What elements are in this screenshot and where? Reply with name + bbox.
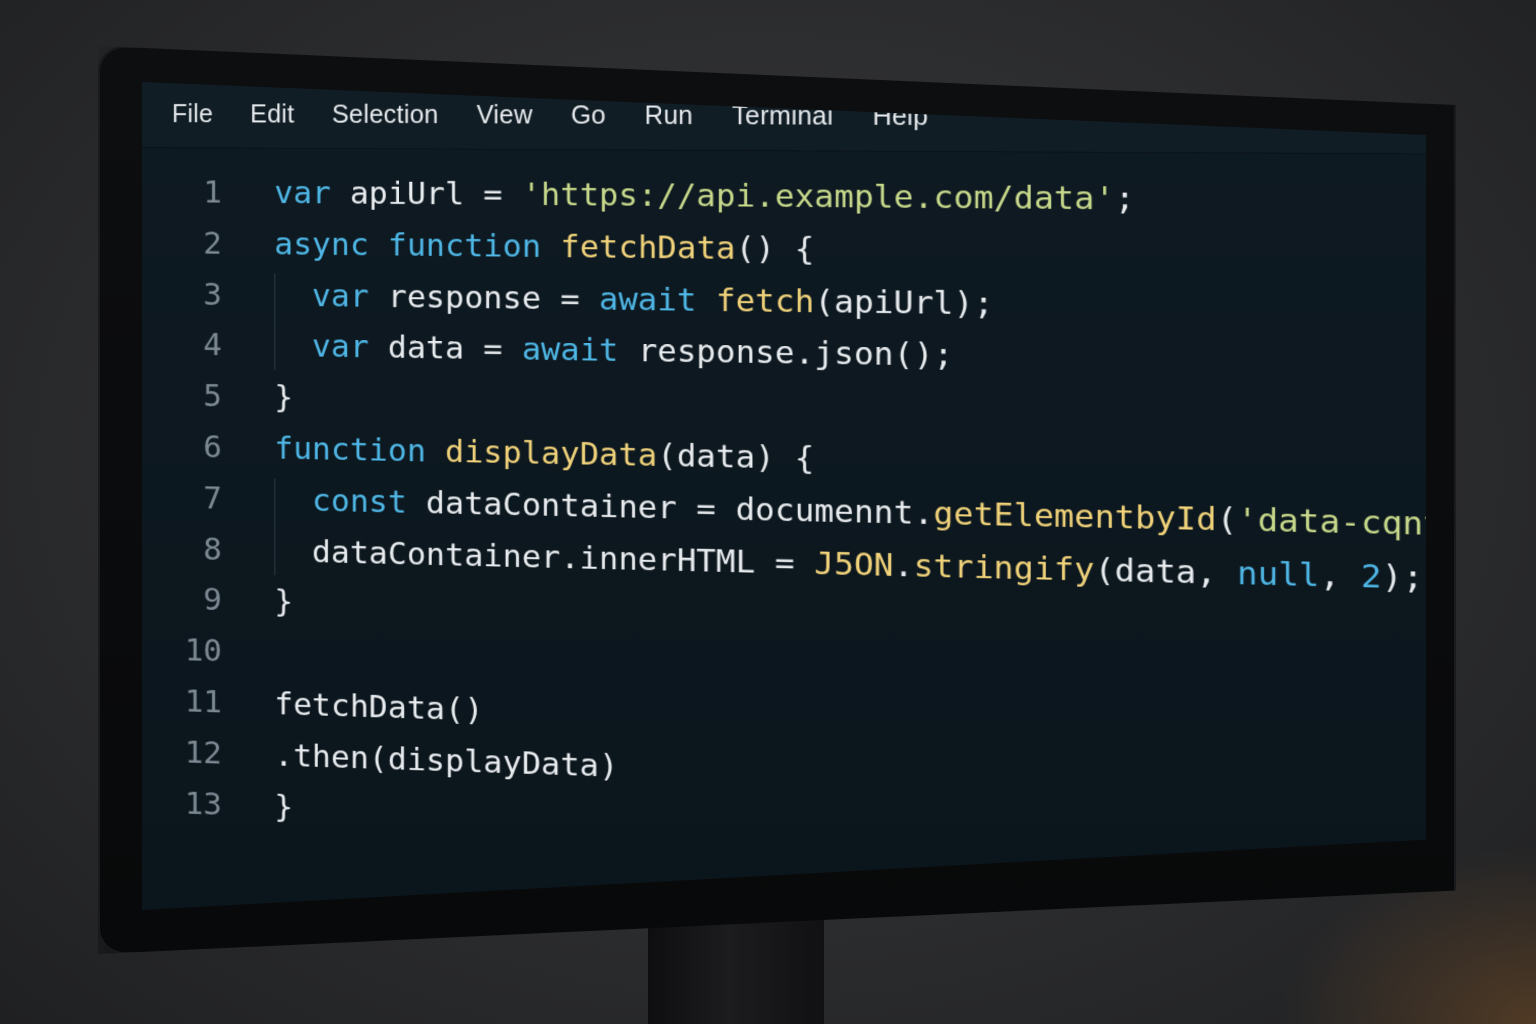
monitor-screen: File Edit Selection View Go Run Terminal…: [142, 82, 1426, 910]
code-token: var: [312, 328, 369, 366]
code-line[interactable]: 1 var apiUrl = 'https://api.example.com/d…: [142, 168, 1135, 217]
code-line[interactable]: 3 var response = await fetch(apiUrl);: [142, 270, 993, 322]
code-token: () {: [735, 229, 815, 268]
code-token: const: [312, 482, 407, 521]
code-line[interactable]: 4 var data = await response.json();: [142, 320, 953, 374]
code-token: var: [274, 174, 331, 212]
code-token: fetchData(): [274, 685, 484, 729]
code-token: 'data-cqntainer': [1237, 500, 1426, 547]
line-number: 11: [184, 683, 222, 721]
code-token: data =: [368, 329, 522, 369]
code-token: (apiUrl);: [814, 282, 994, 323]
code-text: }: [274, 584, 293, 621]
code-line[interactable]: 6 function displayData(data) {: [142, 422, 814, 477]
code-text: function displayData(data) {: [274, 430, 814, 477]
line-number: 13: [184, 785, 222, 823]
line-number: 10: [184, 632, 222, 670]
code-line[interactable]: 7 const dataContainer = documennt.getEle…: [142, 473, 1426, 546]
code-token: (data) {: [657, 437, 815, 478]
code-token: 'https://api.example.com/data': [521, 176, 1115, 218]
code-token: displayData: [445, 433, 658, 475]
code-token: await: [599, 280, 697, 319]
code-token: getElementbyId: [933, 494, 1217, 539]
code-line[interactable]: 11 fetchData(): [142, 676, 484, 728]
code-token: fetch: [715, 281, 815, 321]
line-number: 12: [184, 734, 222, 772]
menu-run[interactable]: Run: [644, 101, 693, 131]
line-number: 8: [203, 530, 222, 568]
line-number: 7: [203, 480, 222, 517]
code-text: var data = await response.json();: [274, 328, 954, 375]
code-token: .: [893, 546, 914, 585]
code-token: (data,: [1094, 551, 1238, 593]
code-token: dataContainer = documennt.: [406, 484, 934, 533]
line-number: 5: [203, 378, 222, 415]
code-token: function: [274, 430, 426, 470]
menu-file[interactable]: File: [172, 100, 213, 129]
line-number: 4: [203, 327, 222, 364]
code-text: var apiUrl = 'https://api.example.com/da…: [274, 175, 1135, 218]
code-token: J5ON: [814, 544, 894, 584]
code-text: .then(displayData): [274, 737, 618, 785]
code-editor[interactable]: 1 var apiUrl = 'https://api.example.com/d…: [142, 168, 1426, 910]
code-token: }: [274, 583, 294, 621]
code-token: var: [312, 277, 369, 315]
code-token: (: [1216, 500, 1238, 539]
code-line[interactable]: 2 async function fetchData() {: [142, 219, 814, 267]
line-number: 1: [203, 174, 222, 211]
code-token: );: [1381, 557, 1424, 597]
code-token: ;: [1114, 180, 1136, 218]
code-line[interactable]: 5}: [142, 371, 293, 420]
code-text: }: [274, 788, 293, 825]
code-text: async function fetchData() {: [274, 226, 814, 268]
code-text: fetchData(): [274, 686, 483, 729]
code-line[interactable]: 10: [142, 625, 222, 675]
code-token: dataContainer.innerHTML =: [274, 532, 815, 582]
menu-go[interactable]: Go: [571, 101, 606, 131]
code-line[interactable]: 13}: [142, 778, 294, 829]
line-number: 2: [203, 225, 222, 262]
code-token: response =: [368, 278, 600, 318]
code-line[interactable]: 9}: [142, 574, 293, 624]
code-token: async: [274, 225, 369, 264]
code-token: 2: [1360, 557, 1382, 596]
code-token: null: [1237, 554, 1320, 595]
line-number: 9: [203, 581, 222, 619]
code-text: }: [274, 379, 293, 416]
code-token: .then(displayData): [274, 737, 619, 785]
code-token: apiUrl =: [330, 175, 522, 213]
code-token: stringify: [913, 547, 1095, 589]
line-number: 3: [203, 276, 222, 313]
code-token: function: [387, 226, 542, 265]
code-text: dataContainer.innerHTML = J5ON.stringify…: [274, 532, 1424, 597]
menu-view[interactable]: View: [476, 101, 532, 131]
menu-edit[interactable]: Edit: [250, 100, 294, 129]
code-text: var response = await fetch(apiUrl);: [274, 277, 994, 323]
code-editor-window: File Edit Selection View Go Run Terminal…: [142, 82, 1426, 910]
code-token: await: [521, 331, 619, 370]
menu-selection[interactable]: Selection: [332, 101, 439, 131]
code-token: ,: [1319, 556, 1361, 596]
code-token: response.json();: [618, 332, 954, 375]
code-line[interactable]: 8 dataContainer.innerHTML = J5ON.stringi…: [142, 524, 1423, 597]
code-token: }: [274, 379, 294, 416]
code-token: }: [274, 788, 294, 826]
code-token: fetchData: [560, 228, 736, 267]
line-number: 6: [203, 429, 222, 466]
code-line[interactable]: 12 .then(displayData): [142, 727, 619, 785]
